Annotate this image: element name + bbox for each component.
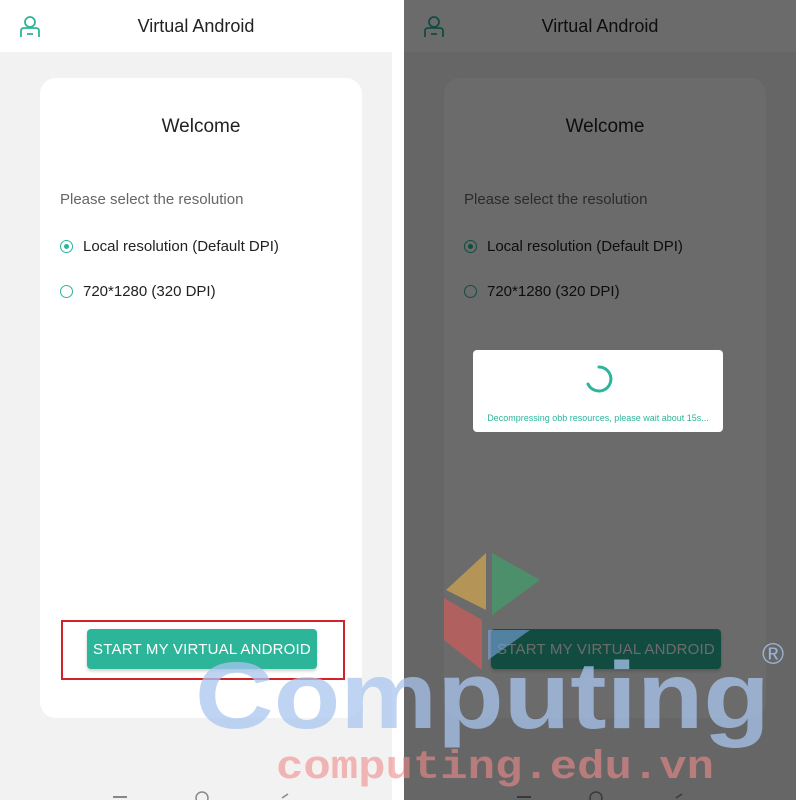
option-local-resolution[interactable]: Local resolution (Default DPI) (60, 238, 279, 255)
radio-unchecked-icon[interactable] (60, 285, 73, 298)
radio-checked-icon[interactable] (60, 240, 73, 253)
resolution-prompt: Please select the resolution (60, 191, 244, 208)
loading-dialog: Decompressing obb resources, please wait… (473, 350, 723, 432)
app-title: Virtual Android (137, 16, 255, 36)
nav-bar-hint (113, 791, 289, 800)
option-720x1280[interactable]: 720*1280 (320 DPI) (60, 283, 216, 300)
loading-spinner-icon (586, 365, 613, 393)
option-label: Local resolution (Default DPI) (83, 238, 279, 255)
welcome-heading: Welcome (161, 116, 241, 137)
highlight-frame (61, 620, 345, 680)
top-bar: Virtual Android (0, 0, 392, 52)
screen-left: Virtual Android Welcome Please select th… (0, 0, 392, 800)
screen-right: Virtual Android Welcome Please select th… (404, 0, 796, 800)
option-label: 720*1280 (320 DPI) (83, 283, 216, 300)
loading-message: Decompressing obb resources, please wait… (487, 413, 709, 423)
